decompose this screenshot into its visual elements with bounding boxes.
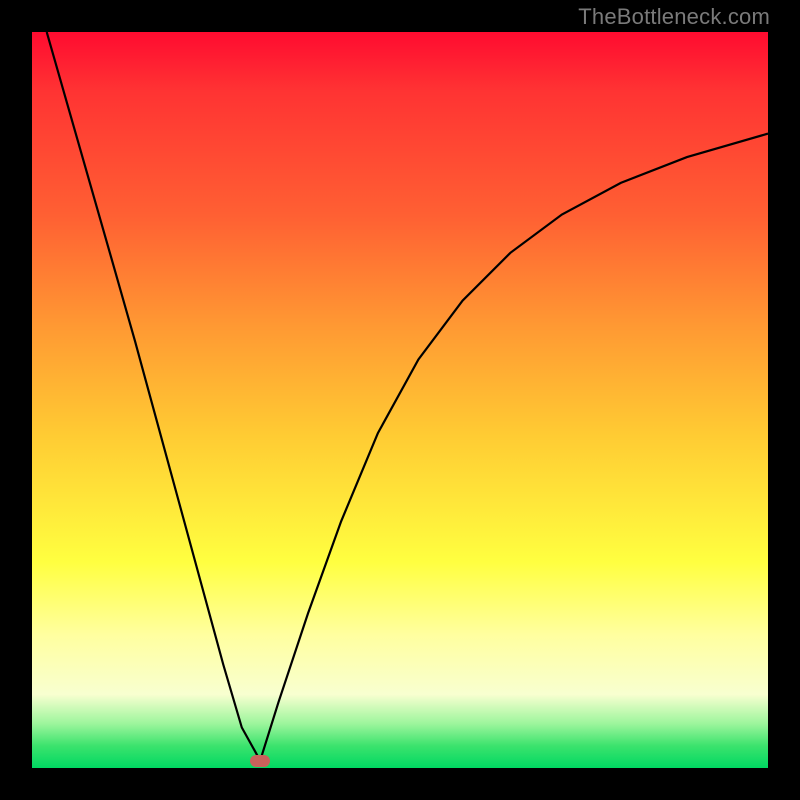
curve-right-branch <box>260 134 768 761</box>
plot-area <box>32 32 768 768</box>
curve-svg <box>32 32 768 768</box>
minimum-marker <box>250 755 270 767</box>
chart-frame: TheBottleneck.com <box>0 0 800 800</box>
watermark-label: TheBottleneck.com <box>578 4 770 30</box>
curve-left-branch <box>47 32 261 761</box>
